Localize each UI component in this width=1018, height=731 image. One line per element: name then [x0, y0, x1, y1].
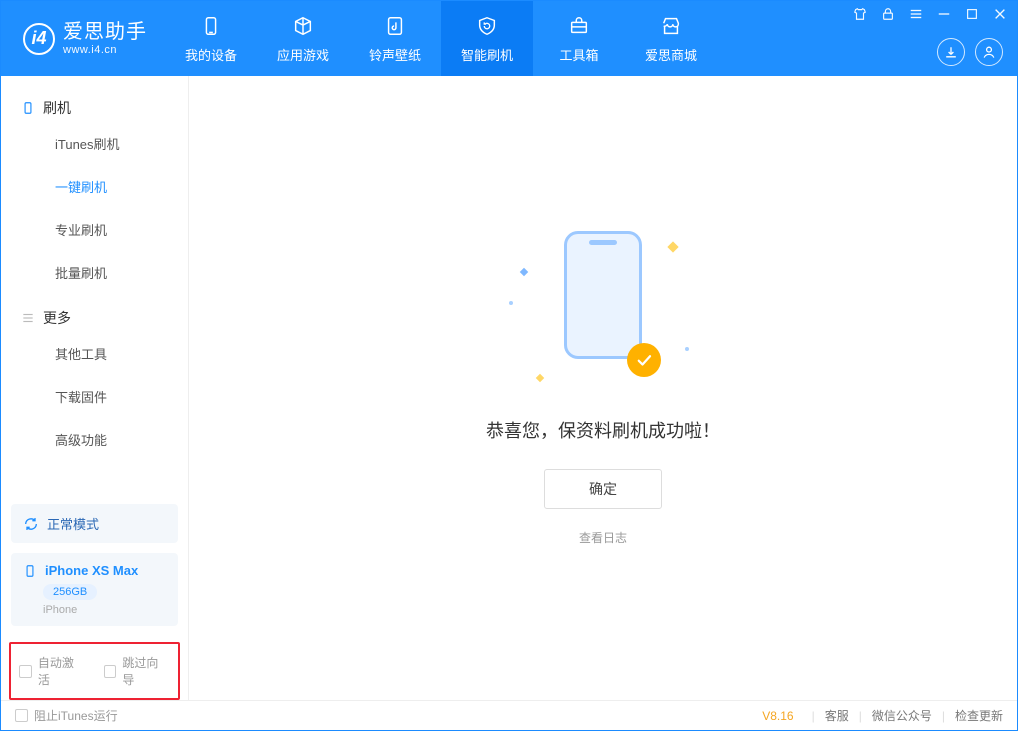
tab-label: 铃声壁纸 — [369, 45, 421, 64]
download-button[interactable] — [937, 38, 965, 66]
minimize-button[interactable] — [937, 7, 951, 21]
mode-label: 正常模式 — [47, 514, 99, 533]
toolbox-icon — [566, 13, 592, 39]
check-skip-guide[interactable]: 跳过向导 — [104, 654, 171, 688]
header-actions — [937, 38, 1003, 66]
header: i4 爱思助手 www.i4.cn 我的设备 应用游戏 — [1, 1, 1017, 76]
phone-illustration-icon — [564, 231, 642, 359]
success-illustration — [503, 231, 703, 391]
main-content: 恭喜您，保资料刷机成功啦！ 确定 查看日志 — [189, 76, 1017, 700]
status-bar: 阻止iTunes运行 V8.16 | 客服 | 微信公众号 | 检查更新 — [1, 700, 1017, 730]
tab-ring[interactable]: 铃声壁纸 — [349, 1, 441, 76]
body: 刷机 iTunes刷机 一键刷机 专业刷机 批量刷机 更多 其他工具 下载固件 … — [1, 76, 1017, 700]
menu-icon[interactable] — [909, 7, 923, 21]
cube-icon — [290, 13, 316, 39]
sidebar-group-flash: 刷机 — [1, 84, 188, 122]
highlighted-checks: 自动激活 跳过向导 — [9, 642, 180, 700]
check-auto-activate[interactable]: 自动激活 — [19, 654, 86, 688]
check-badge-icon — [627, 343, 661, 377]
dot-icon — [509, 301, 513, 305]
app-window: i4 爱思助手 www.i4.cn 我的设备 应用游戏 — [0, 0, 1018, 731]
tab-apps[interactable]: 应用游戏 — [257, 1, 349, 76]
music-file-icon — [382, 13, 408, 39]
wechat-link[interactable]: 微信公众号 — [872, 707, 932, 724]
store-icon — [658, 13, 684, 39]
device-card[interactable]: iPhone XS Max 256GB iPhone — [11, 553, 178, 626]
sidebar-item-other[interactable]: 其他工具 — [1, 332, 188, 375]
mode-card[interactable]: 正常模式 — [11, 504, 178, 543]
shirt-icon[interactable] — [853, 7, 867, 21]
window-controls — [853, 7, 1007, 21]
sparkle-icon — [520, 267, 528, 275]
sidebar-group-more: 更多 — [1, 294, 188, 332]
list-icon — [21, 311, 35, 325]
tab-label: 我的设备 — [185, 45, 237, 64]
shield-refresh-icon — [474, 13, 500, 39]
update-link[interactable]: 检查更新 — [955, 707, 1003, 724]
checkbox-icon — [19, 665, 32, 678]
sparkle-icon — [536, 373, 544, 381]
close-button[interactable] — [993, 7, 1007, 21]
ok-button[interactable]: 确定 — [544, 469, 662, 509]
maximize-button[interactable] — [965, 7, 979, 21]
tab-device[interactable]: 我的设备 — [165, 1, 257, 76]
logo[interactable]: i4 爱思助手 www.i4.cn — [1, 1, 165, 76]
tab-flash[interactable]: 智能刷机 — [441, 1, 533, 76]
sparkle-icon — [667, 241, 678, 252]
checkbox-icon — [104, 665, 117, 678]
success-message: 恭喜您，保资料刷机成功啦！ — [486, 417, 720, 443]
sidebar-item-pro[interactable]: 专业刷机 — [1, 208, 188, 251]
phone-small-icon — [23, 564, 37, 578]
user-button[interactable] — [975, 38, 1003, 66]
support-link[interactable]: 客服 — [825, 707, 849, 724]
version-label: V8.16 — [762, 709, 793, 723]
sidebar-bottom: 正常模式 iPhone XS Max 256GB iPhone — [1, 494, 188, 636]
tab-label: 智能刷机 — [461, 45, 513, 64]
tab-label: 工具箱 — [559, 45, 598, 64]
logo-icon: i4 — [23, 23, 55, 55]
sidebar-item-adv[interactable]: 高级功能 — [1, 418, 188, 461]
tab-label: 爱思商城 — [645, 45, 697, 64]
phone-icon — [198, 13, 224, 39]
tab-store[interactable]: 爱思商城 — [625, 1, 717, 76]
app-url: www.i4.cn — [63, 44, 147, 57]
device-name: iPhone XS Max — [45, 563, 138, 578]
tab-label: 应用游戏 — [277, 45, 329, 64]
sidebar-item-fw[interactable]: 下载固件 — [1, 375, 188, 418]
view-log-link[interactable]: 查看日志 — [579, 529, 627, 546]
device-capacity: 256GB — [43, 584, 97, 600]
sidebar-item-itunes[interactable]: iTunes刷机 — [1, 122, 188, 165]
tab-tools[interactable]: 工具箱 — [533, 1, 625, 76]
dot-icon — [685, 347, 689, 351]
checkbox-icon — [15, 709, 28, 722]
sidebar: 刷机 iTunes刷机 一键刷机 专业刷机 批量刷机 更多 其他工具 下载固件 … — [1, 76, 189, 700]
phone-small-icon — [21, 101, 35, 115]
sidebar-item-batch[interactable]: 批量刷机 — [1, 251, 188, 294]
check-block-itunes[interactable]: 阻止iTunes运行 — [15, 707, 118, 724]
lock-icon[interactable] — [881, 7, 895, 21]
sidebar-item-oneclick[interactable]: 一键刷机 — [1, 165, 188, 208]
main-tabs: 我的设备 应用游戏 铃声壁纸 智能刷机 — [165, 1, 717, 76]
device-type: iPhone — [43, 604, 166, 616]
refresh-icon — [23, 516, 39, 532]
app-name: 爱思助手 — [63, 21, 147, 44]
